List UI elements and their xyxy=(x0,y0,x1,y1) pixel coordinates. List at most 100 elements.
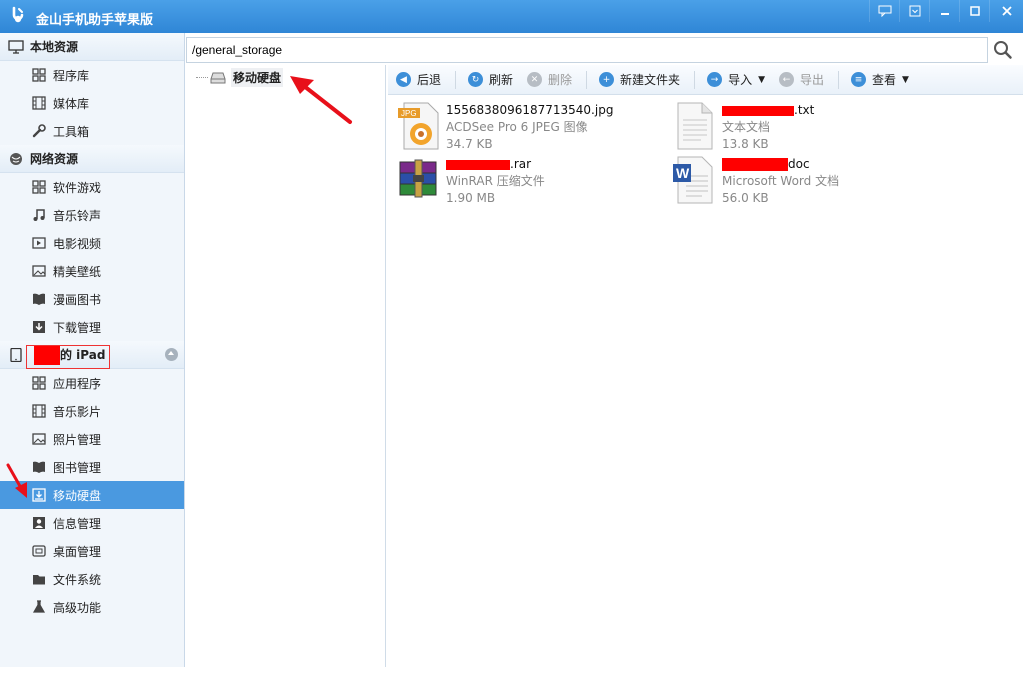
film-icon xyxy=(32,96,46,110)
computer-icon xyxy=(8,39,24,54)
sidebar-item-label: 应用程序 xyxy=(53,376,102,391)
wrench-icon xyxy=(32,124,46,138)
menu-button[interactable] xyxy=(899,0,929,22)
file-type: WinRAR 压缩文件 xyxy=(446,174,545,188)
refresh-label: 刷新 xyxy=(489,73,514,87)
path-input[interactable] xyxy=(186,37,988,63)
sidebar-group-local[interactable]: 本地资源 xyxy=(0,33,184,61)
desktop-icon xyxy=(32,545,46,557)
sidebar-item-label: 下载管理 xyxy=(53,320,102,335)
new-folder-icon: + xyxy=(599,72,615,87)
sidebar-item-music-ringtones[interactable]: 音乐铃声 xyxy=(0,201,184,229)
eject-icon[interactable] xyxy=(165,348,178,361)
sidebar-item-media-library[interactable]: 媒体库 xyxy=(0,89,184,117)
sidebar-item-music-movies[interactable]: 音乐影片 xyxy=(0,397,184,425)
globe-icon xyxy=(10,152,22,165)
sidebar-item-info-manager[interactable]: 信息管理 xyxy=(0,509,184,537)
file-item[interactable]: JPG 1556838096187713540.jpg ACDSee Pro 6… xyxy=(396,102,613,153)
feedback-button[interactable] xyxy=(869,0,899,22)
sidebar-item-comics-books[interactable]: 漫画图书 xyxy=(0,285,184,313)
sidebar-item-label: 精美壁纸 xyxy=(53,264,102,279)
sidebar-item-desktop-manager[interactable]: 桌面管理 xyxy=(0,537,184,565)
sidebar-item-advanced[interactable]: 高级功能 xyxy=(0,593,184,621)
folder-icon xyxy=(33,575,45,585)
file-type: ACDSee Pro 6 JPEG 图像 xyxy=(446,120,588,134)
delete-label: 删除 xyxy=(548,73,573,87)
sidebar-item-movies-videos[interactable]: 电影视频 xyxy=(0,229,184,257)
grid-icon xyxy=(32,180,46,194)
device-name-highlight-box xyxy=(26,345,110,369)
file-name: doc xyxy=(722,156,839,173)
new-folder-button[interactable]: + 新建文件夹 xyxy=(599,71,680,88)
grid-icon xyxy=(32,68,46,82)
close-button[interactable] xyxy=(989,0,1023,22)
delete-icon: ✕ xyxy=(527,72,543,87)
refresh-button[interactable]: ↻ 刷新 xyxy=(468,71,513,88)
sidebar-item-label: 电影视频 xyxy=(53,236,102,251)
sidebar-item-wallpapers[interactable]: 精美壁纸 xyxy=(0,257,184,285)
sidebar-item-label: 音乐影片 xyxy=(53,404,102,419)
minimize-button[interactable] xyxy=(929,0,959,22)
sidebar-item-label: 信息管理 xyxy=(53,516,102,531)
delete-button[interactable]: ✕ 删除 xyxy=(527,71,572,88)
import-button[interactable]: → 导入 ▼ xyxy=(707,71,765,88)
tree-node-mobile-disk[interactable]: 移动硬盘 xyxy=(196,68,284,87)
sidebar-item-applications[interactable]: 应用程序 xyxy=(0,369,184,397)
sidebar-item-label: 文件系统 xyxy=(53,572,102,587)
picture-icon xyxy=(32,265,46,277)
sidebar-item-file-system[interactable]: 文件系统 xyxy=(0,565,184,593)
music-icon xyxy=(33,209,45,221)
file-item[interactable]: .rar WinRAR 压缩文件 1.90 MB xyxy=(396,156,545,207)
sidebar-group-network[interactable]: 网络资源 xyxy=(0,145,184,173)
sidebar-group-label: 本地资源 xyxy=(30,40,79,54)
file-item[interactable]: .txt 文本文档 13.8 KB xyxy=(672,102,814,153)
file-size: 1.90 MB xyxy=(446,191,496,205)
jpg-file-icon: JPG xyxy=(398,102,439,150)
sidebar-item-label: 工具箱 xyxy=(53,124,90,139)
sidebar-item-label: 照片管理 xyxy=(53,432,102,447)
view-button[interactable]: ≡ 查看 ▼ xyxy=(851,71,909,88)
sidebar-item-toolbox[interactable]: 工具箱 xyxy=(0,117,184,145)
search-icon[interactable] xyxy=(992,39,1014,61)
file-type: Microsoft Word 文档 xyxy=(722,174,840,188)
sidebar-item-label: 软件游戏 xyxy=(53,180,102,195)
chevron-down-icon[interactable]: ▼ xyxy=(902,75,909,85)
sidebar-item-software-games[interactable]: 软件游戏 xyxy=(0,173,184,201)
new-folder-label: 新建文件夹 xyxy=(620,73,681,87)
file-size: 34.7 KB xyxy=(446,137,493,151)
app-logo-icon xyxy=(12,6,24,23)
sidebar-item-label: 高级功能 xyxy=(53,600,102,615)
chat-icon xyxy=(878,5,891,17)
back-button[interactable]: ◀ 后退 xyxy=(396,71,441,88)
file-size: 56.0 KB xyxy=(722,191,769,205)
sidebar-item-download-manager[interactable]: 下载管理 xyxy=(0,313,184,341)
app-title: 金山手机助手苹果版 xyxy=(36,13,154,28)
file-extension: doc xyxy=(788,157,810,171)
list-view-icon: ≡ xyxy=(851,72,867,87)
sidebar-item-label: 图书管理 xyxy=(53,460,102,475)
grid-icon xyxy=(32,376,46,390)
toolbar-separator xyxy=(838,70,840,89)
svg-text:JPG: JPG xyxy=(401,109,417,118)
close-icon xyxy=(1001,6,1012,16)
sidebar-item-program-library[interactable]: 程序库 xyxy=(0,61,184,89)
chevron-down-icon[interactable]: ▼ xyxy=(758,75,765,85)
film-icon xyxy=(32,404,46,418)
sidebar-item-photo-manager[interactable]: 照片管理 xyxy=(0,425,184,453)
export-button[interactable]: ← 导出 xyxy=(779,71,824,88)
back-arrow-icon: ◀ xyxy=(396,72,411,87)
sidebar-item-label: 程序库 xyxy=(53,68,90,83)
tablet-icon xyxy=(10,347,22,362)
tree-connector xyxy=(196,77,208,78)
toolbar: ◀ 后退 ↻ 刷新 ✕ 删除 + 新建文件夹 → 导入 ▼ ← 导出 ≡ 查看 … xyxy=(388,65,1023,95)
word-file-icon: W xyxy=(673,156,713,204)
drive-icon xyxy=(210,72,226,83)
redacted-file-name xyxy=(722,105,794,116)
redacted-file-name xyxy=(446,159,510,170)
window-bottom-edge xyxy=(0,667,1023,692)
file-extension: .rar xyxy=(510,157,532,171)
maximize-icon xyxy=(969,6,980,16)
sidebar-item-label: 媒体库 xyxy=(53,96,90,111)
maximize-button[interactable] xyxy=(959,0,989,22)
file-item[interactable]: W doc Microsoft Word 文档 56.0 KB xyxy=(672,156,839,207)
